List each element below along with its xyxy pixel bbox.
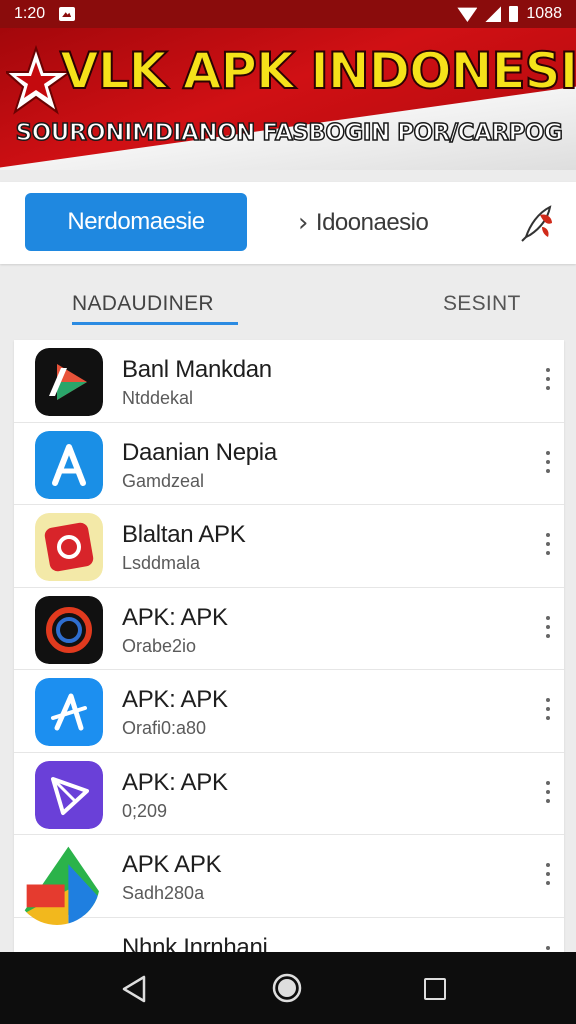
recent-apps-icon[interactable] [424, 978, 446, 1000]
app-subtitle: Lsddmala [122, 553, 201, 573]
image-notification-icon [59, 7, 76, 21]
app-name: Daanian Nepia [122, 438, 277, 466]
secondary-link[interactable]: › Idoonaesio [298, 204, 429, 242]
app-name: APK: APK [122, 768, 228, 796]
navigation-bar [0, 952, 576, 1024]
battery-level: 1088 [526, 5, 562, 22]
tab-nadaudiner[interactable]: NADAUDINER [72, 292, 214, 316]
list-item[interactable]: APK: APK 0;209 [14, 753, 564, 835]
chevron-right-icon: › [298, 208, 308, 238]
signal-icon [485, 6, 502, 22]
more-options-icon[interactable] [542, 450, 554, 477]
banner-subtitle: SOURONIMDIANON FASBOGIN POR/CARPOG [15, 119, 564, 147]
more-options-icon[interactable] [542, 863, 554, 889]
back-icon[interactable] [120, 974, 150, 1004]
app-name: Banl Mankdan [122, 356, 272, 383]
feather-pen-icon[interactable] [516, 201, 560, 245]
app-name: APK: APK [122, 603, 228, 631]
app-subtitle: Gamdzeal [122, 470, 205, 491]
app-name: Blaltan APK [122, 521, 246, 548]
battery-icon [509, 6, 519, 22]
more-options-icon[interactable] [542, 615, 554, 642]
status-bar: 1:20 1088 [0, 0, 576, 28]
list-item[interactable]: Daanian Nepia Gamdzeal [14, 423, 564, 505]
list-item[interactable]: APK: APK Orabe2io [14, 588, 564, 670]
more-options-icon[interactable] [542, 698, 554, 724]
app-list: Banl Mankdan Ntddekal Daanian Nepia Gamd… [14, 340, 564, 952]
secondary-link-label: Idoonaesio [315, 209, 429, 236]
app-name: Nhnk Inrnhani [122, 933, 268, 953]
list-item[interactable]: APK: APK Orafi0:a80 [14, 670, 564, 753]
active-tab-indicator [72, 322, 238, 325]
wifi-icon [457, 7, 478, 22]
circle-ring-icon [35, 595, 103, 664]
tab-sesint[interactable]: SESINT [443, 292, 521, 316]
app-store-pencil-icon [35, 678, 103, 746]
tab-bar: NADAUDINER SESINT [0, 276, 576, 338]
banner-title: VLK APK INDONESIA [59, 41, 576, 101]
colorful-apk-icon [15, 840, 100, 925]
app-subtitle: Sadh280a [122, 883, 205, 903]
list-item[interactable]: Blaltan APK Lsddmala [14, 505, 564, 588]
list-item[interactable]: Nhnk Inrnhani [14, 918, 564, 953]
app-subtitle: Orafi0:a80 [122, 718, 207, 738]
list-item[interactable]: APK APK Sadh280a [14, 835, 564, 925]
action-card: Nerdomaesie › Idoonaesio [0, 182, 576, 264]
app-store-a-icon [35, 430, 103, 499]
more-options-icon[interactable] [542, 368, 554, 394]
home-icon[interactable] [271, 972, 303, 1004]
primary-button[interactable]: Nerdomaesie [25, 193, 247, 251]
status-time: 1:20 [14, 5, 46, 22]
app-subtitle: Orabe2io [122, 635, 197, 656]
play-arrow-icon [35, 348, 103, 416]
list-item[interactable]: Banl Mankdan Ntddekal [14, 340, 564, 423]
app-subtitle: 0;209 [122, 800, 168, 821]
app-name: APK: APK [122, 686, 228, 713]
more-options-icon[interactable] [542, 533, 554, 559]
app-subtitle: Ntddekal [122, 388, 194, 408]
promo-banner[interactable]: VLK APK INDONESIA SOURONIMDIANON FASBOGI… [0, 28, 576, 170]
purple-play-icon [35, 760, 103, 829]
more-options-icon[interactable] [542, 780, 554, 807]
red-swirl-icon [35, 513, 103, 581]
app-name: APK APK [122, 851, 222, 878]
